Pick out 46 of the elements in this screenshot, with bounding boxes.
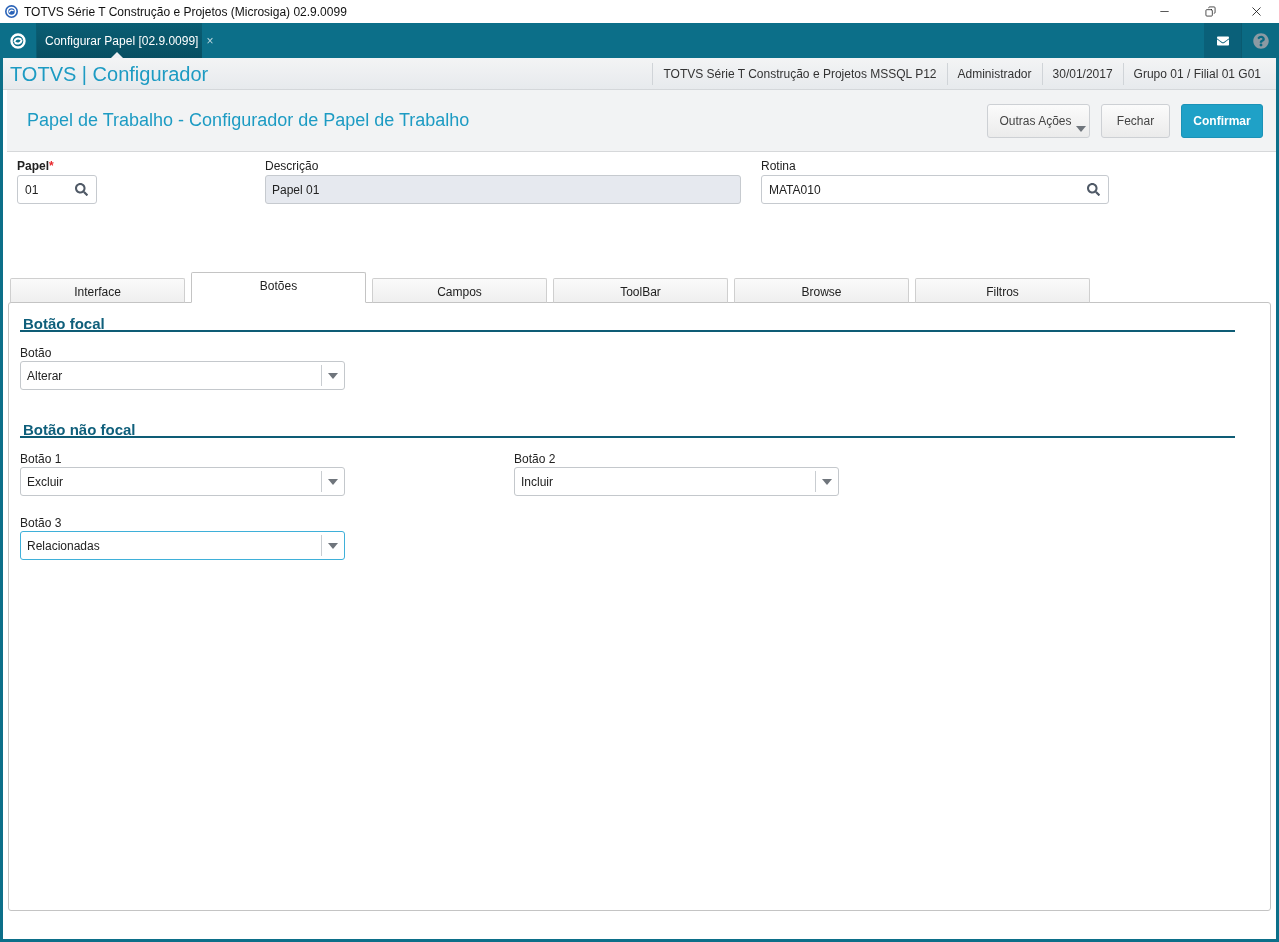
mail-icon bbox=[1215, 34, 1230, 47]
help-icon bbox=[1252, 32, 1269, 49]
header-info: 30/01/2017 bbox=[1052, 65, 1113, 83]
field-label: Botão 2 bbox=[514, 453, 556, 467]
tab[interactable]: Campos bbox=[372, 278, 547, 303]
search-icon[interactable] bbox=[75, 183, 88, 196]
caret-icon bbox=[1076, 125, 1086, 132]
tab[interactable]: Botões bbox=[191, 272, 366, 303]
dropdown-field[interactable]: Relacionadas bbox=[20, 531, 345, 560]
close-page-button[interactable]: Fechar bbox=[1101, 103, 1170, 138]
app-icon bbox=[5, 5, 18, 18]
more-actions-button[interactable]: Outras Ações bbox=[987, 103, 1090, 138]
dropdown-field[interactable]: Excluir bbox=[20, 467, 345, 496]
lookup-field[interactable]: MATA010 bbox=[761, 175, 1109, 204]
tab[interactable]: ToolBar bbox=[553, 278, 728, 303]
tab[interactable]: Browse bbox=[734, 278, 909, 303]
search-icon[interactable] bbox=[1087, 183, 1100, 196]
caret-icon bbox=[328, 478, 338, 485]
field-label: Descrição bbox=[265, 160, 319, 173]
restore-icon bbox=[1204, 6, 1216, 17]
tab-close[interactable]: × bbox=[206, 31, 214, 50]
dropdown-field[interactable]: Incluir bbox=[514, 467, 839, 496]
tab[interactable]: Interface bbox=[10, 278, 185, 303]
header-info: Administrador bbox=[957, 65, 1032, 83]
header-info: Grupo 01 / Filial 01 G01 bbox=[1133, 65, 1261, 83]
field-label: Botão 3 bbox=[20, 517, 62, 531]
header-info: TOTVS Série T Construção e Projetos MSSQL P12 bbox=[663, 65, 937, 83]
caret-icon bbox=[328, 542, 338, 549]
page-title: Papel de Trabalho - Configurador de Papel de Trabalho bbox=[27, 109, 470, 132]
lookup-field[interactable]: 01 bbox=[17, 175, 97, 204]
logo-icon bbox=[10, 32, 26, 49]
dropdown-field[interactable]: Alterar bbox=[20, 361, 345, 390]
tab[interactable]: Filtros bbox=[915, 278, 1090, 303]
field-label: Rotina bbox=[761, 160, 796, 173]
section-title: Botão focal bbox=[23, 315, 105, 332]
field-label: Botão bbox=[20, 347, 52, 361]
app-title: TOTVS | Configurador bbox=[9, 63, 209, 84]
messages-button[interactable] bbox=[1204, 23, 1241, 58]
field-label: Papel bbox=[17, 160, 49, 173]
required-mark: * bbox=[49, 160, 54, 173]
text-field[interactable]: Papel 01 bbox=[265, 175, 741, 204]
section-title: Botão não focal bbox=[23, 421, 136, 438]
caret-icon bbox=[822, 478, 832, 485]
caret-icon bbox=[328, 372, 338, 379]
field-label: Botão 1 bbox=[20, 453, 62, 467]
window-title: TOTVS Série T Construção e Projetos (Microsiga) 02.9.0099 bbox=[24, 3, 347, 21]
